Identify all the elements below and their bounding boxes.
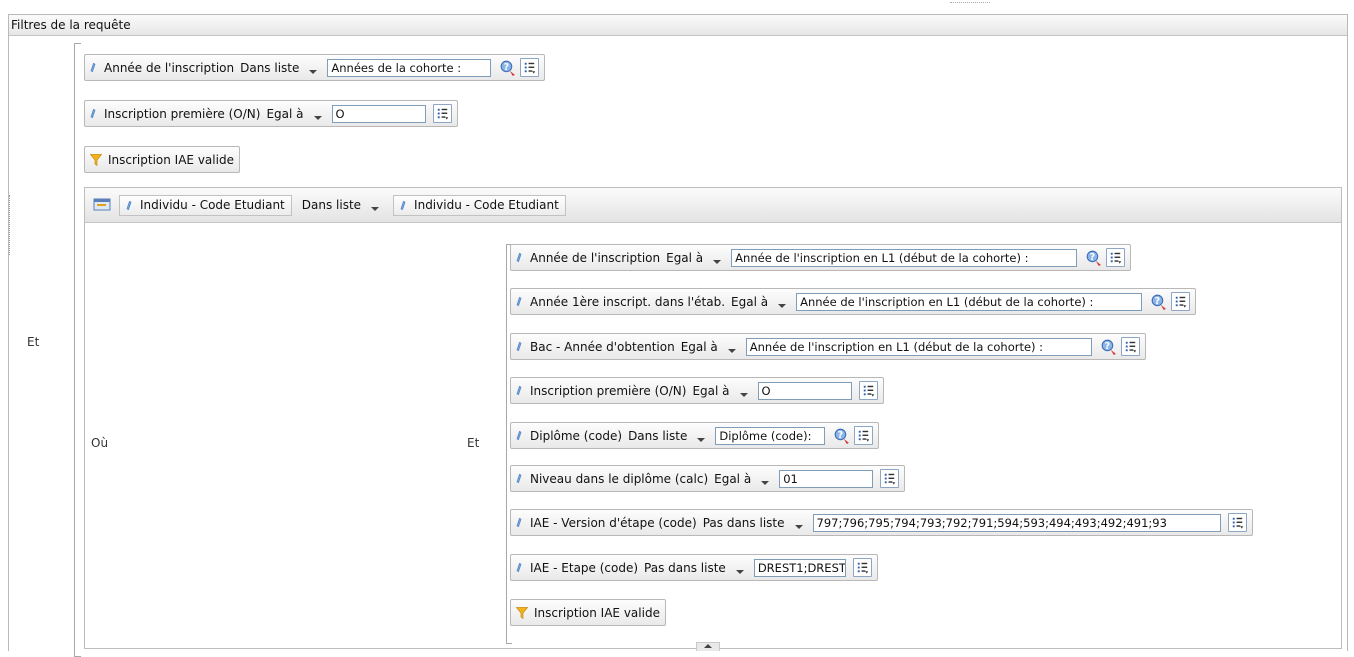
subquery-left-field-label: Individu - Code Etudiant: [140, 198, 285, 212]
filter-operator[interactable]: Egal à: [666, 251, 703, 265]
filter-field: Inscription première (O/N): [104, 106, 261, 121]
object-pin-icon: [516, 517, 522, 528]
filter-iae-version-etape[interactable]: IAE - Version d'étape (code) Pas dans li…: [510, 509, 1253, 536]
value-list-icon[interactable]: [432, 104, 452, 123]
subquery-right-field-label: Individu - Code Etudiant: [414, 198, 559, 212]
object-pin-icon: [90, 108, 96, 119]
operator-dropdown-icon[interactable]: [305, 61, 321, 75]
value-list-icon[interactable]: [520, 58, 540, 77]
value-list-icon[interactable]: [852, 558, 872, 577]
filter-operator[interactable]: Egal à: [731, 295, 768, 309]
prompt-icon[interactable]: [1149, 292, 1168, 311]
operator-dropdown-icon[interactable]: [757, 472, 773, 486]
filter-bac-annee-obtention[interactable]: Bac - Année d'obtention Egal à Année de …: [510, 333, 1146, 360]
prompt-icon[interactable]: [1099, 337, 1118, 356]
filter-value[interactable]: Diplôme (code):: [715, 426, 826, 445]
filter-value[interactable]: O: [331, 104, 426, 123]
filter-field: Année de l'inscription: [530, 250, 661, 265]
operator-dropdown-icon[interactable]: [709, 251, 725, 265]
filter-operator[interactable]: Egal à: [266, 107, 303, 121]
prompt-icon[interactable]: [498, 58, 517, 77]
filter-field: Année 1ère inscript. dans l'étab.: [530, 294, 726, 309]
object-pin-icon: [90, 62, 96, 73]
filter-value[interactable]: Année de l'inscription en L1 (début de l…: [731, 248, 1078, 267]
predefined-filter-iae-valide-inner[interactable]: Inscription IAE valide: [510, 599, 666, 626]
object-pin-icon: [126, 200, 132, 210]
filter-field: Diplôme (code): [530, 428, 623, 443]
filter-annee-inscription[interactable]: Année de l'inscription Dans liste Années…: [84, 54, 546, 81]
filter-value[interactable]: Année de l'inscription en L1 (début de l…: [796, 292, 1143, 311]
side-splitter[interactable]: [9, 195, 13, 255]
value-list-icon[interactable]: [854, 426, 874, 445]
value-list-icon[interactable]: [1120, 337, 1140, 356]
filter-field: Inscription première (O/N): [530, 383, 687, 398]
filter-operator[interactable]: Dans liste: [240, 61, 299, 75]
filter-field: Année de l'inscription: [104, 60, 235, 75]
filter-value[interactable]: DREST1;DREST2: [753, 558, 846, 577]
panel-resize-handle[interactable]: [950, 2, 990, 6]
inner-and-operator[interactable]: Et: [467, 436, 479, 450]
operator-dropdown-icon[interactable]: [774, 295, 790, 309]
filter-niveau-diplome[interactable]: Niveau dans le diplôme (calc) Egal à 01: [510, 465, 906, 492]
value-list-icon[interactable]: [1106, 248, 1126, 267]
filter-field: Bac - Année d'obtention: [530, 339, 675, 354]
object-pin-icon: [516, 341, 522, 352]
subquery-left-field[interactable]: Individu - Code Etudiant: [119, 194, 292, 216]
predefined-filter-label: Inscription IAE valide: [534, 605, 660, 620]
filter-operator[interactable]: Dans liste: [628, 429, 687, 443]
operator-dropdown-icon[interactable]: [724, 340, 740, 354]
filter-annee-inscription-l1[interactable]: Année de l'inscription Egal à Année de l…: [510, 244, 1132, 271]
filter-operator[interactable]: Egal à: [714, 472, 751, 486]
filter-operator[interactable]: Pas dans liste: [644, 561, 726, 575]
predefined-filter-label: Inscription IAE valide: [108, 152, 234, 167]
filter-value[interactable]: Années de la cohorte :: [327, 58, 492, 77]
filter-operator[interactable]: Pas dans liste: [703, 516, 785, 530]
operator-dropdown-icon[interactable]: [791, 516, 807, 530]
filter-inscription-premiere-inner[interactable]: Inscription première (O/N) Egal à O: [510, 377, 884, 404]
filter-value[interactable]: 93;491;492;493;494;593;594;791;792;793;7…: [812, 513, 1221, 532]
filter-inscription-premiere[interactable]: Inscription première (O/N) Egal à O: [84, 100, 458, 127]
operator-dropdown-icon[interactable]: [693, 429, 709, 443]
filter-diplome-code[interactable]: Diplôme (code) Dans liste Diplôme (code)…: [510, 422, 880, 449]
filter-value[interactable]: Année de l'inscription en L1 (début de l…: [745, 337, 1092, 356]
outer-group-bracket: [74, 43, 81, 657]
filter-iae-etape-code[interactable]: IAE - Etape (code) Pas dans liste DREST1…: [510, 554, 878, 581]
filter-value[interactable]: O: [757, 381, 852, 400]
funnel-icon: [516, 606, 528, 619]
filter-operator[interactable]: Egal à: [692, 384, 729, 398]
predefined-filter-iae-valide[interactable]: Inscription IAE valide: [84, 146, 240, 173]
filter-operator[interactable]: Egal à: [681, 340, 718, 354]
panel-title: Filtres de la requête: [9, 15, 1347, 36]
object-pin-icon: [516, 562, 522, 573]
filter-field: IAE - Etape (code): [530, 560, 639, 575]
value-list-icon[interactable]: [1171, 292, 1191, 311]
subquery-header: Individu - Code Etudiant Dans liste Indi…: [85, 188, 1341, 223]
prompt-icon[interactable]: [1084, 248, 1103, 267]
filter-value[interactable]: 01: [779, 469, 874, 488]
filter-annee-1ere-inscript[interactable]: Année 1ère inscript. dans l'étab. Egal à…: [510, 288, 1197, 315]
subquery-icon[interactable]: [93, 196, 111, 214]
filter-field: IAE - Version d'étape (code): [530, 515, 697, 530]
object-pin-icon: [516, 430, 522, 441]
object-pin-icon: [516, 252, 522, 263]
value-list-icon[interactable]: [1227, 513, 1247, 532]
outer-and-operator[interactable]: Et: [27, 335, 39, 349]
object-pin-icon: [400, 200, 406, 210]
prompt-icon[interactable]: [832, 426, 851, 445]
operator-dropdown-icon[interactable]: [736, 384, 752, 398]
operator-dropdown-icon[interactable]: [367, 198, 383, 212]
operator-dropdown-icon[interactable]: [310, 107, 326, 121]
filter-field: Niveau dans le diplôme (calc): [530, 471, 709, 486]
subquery-right-field[interactable]: Individu - Code Etudiant: [393, 194, 566, 216]
object-pin-icon: [516, 385, 522, 396]
subquery-operator[interactable]: Dans liste: [302, 198, 361, 212]
operator-dropdown-icon[interactable]: [732, 561, 748, 575]
or-operator[interactable]: Où: [91, 436, 108, 450]
funnel-icon: [90, 153, 102, 166]
value-list-icon[interactable]: [880, 469, 900, 488]
value-list-icon[interactable]: [858, 381, 878, 400]
object-pin-icon: [516, 473, 522, 484]
object-pin-icon: [516, 296, 522, 307]
query-filters-panel: Filtres de la requête Et Année de l'insc…: [8, 14, 1348, 657]
